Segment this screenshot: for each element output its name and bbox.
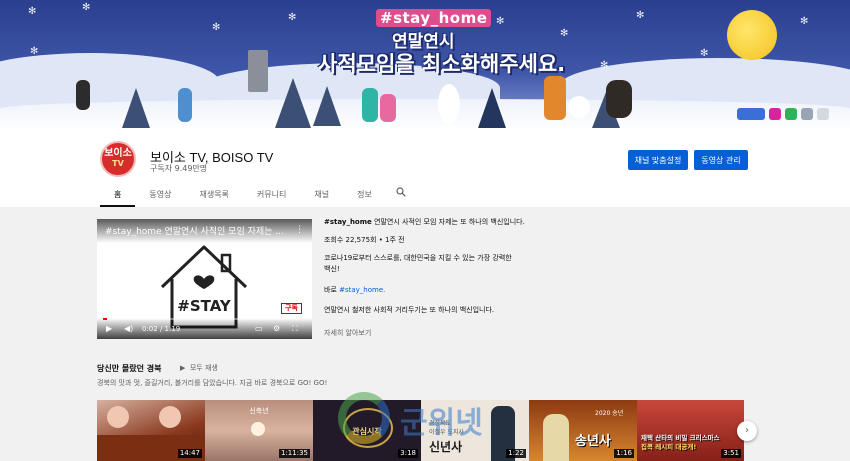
avatar-text-top: 보이소	[104, 148, 132, 159]
play-all-icon: ▶	[180, 364, 186, 372]
fullscreen-icon[interactable]: ⛶	[292, 324, 298, 334]
play-all-button[interactable]: ▶ 모두 재생	[180, 363, 218, 373]
read-more-link[interactable]: 자세히 알아보기	[324, 328, 624, 339]
video-meta: 조회수 22,575회 • 1주 전	[324, 236, 405, 244]
subscribe-watermark[interactable]: 구독	[281, 303, 302, 314]
channel-tabs: 홈 동영상 재생목록 커뮤니티 채널 정보	[100, 185, 416, 207]
thumbnail-caption: 신축년	[249, 407, 269, 415]
settings-icon[interactable]: ⚙	[273, 324, 280, 333]
video-thumbnail-6[interactable]: 재택 산타의 비밀 크리스마스 집콕 레시피 대공개! 3:51	[637, 400, 744, 461]
tab-home[interactable]: 홈	[100, 185, 136, 207]
twitter-icon[interactable]	[801, 108, 813, 120]
banner-hashtag: #stay_home	[376, 9, 492, 27]
description-line-3: 바로 #stay_home.	[324, 285, 624, 296]
video-thumbnail-2[interactable]: 신축년 1:11:35	[205, 400, 313, 461]
site-watermark: 군위넷	[338, 392, 506, 452]
watermark-text: 군위넷	[400, 406, 483, 441]
tab-playlists[interactable]: 재생목록	[185, 185, 242, 207]
video-thumbnail-5[interactable]: 2020 송년 송년사 1:16	[529, 400, 637, 461]
play-all-label: 모두 재생	[189, 364, 218, 372]
duration-badge: 14:47	[177, 449, 202, 458]
duration-badge: 1:22	[506, 449, 526, 458]
description-prefix: 바로	[324, 286, 340, 294]
video-thumbnail-1[interactable]: 14:47	[97, 400, 205, 461]
player-title[interactable]: #stay_home 연말연시 사적인 모임 자제는 ...	[97, 219, 312, 243]
subtitles-icon[interactable]: ▭	[255, 324, 263, 333]
tab-channels[interactable]: 채널	[300, 185, 343, 207]
thumbnail-caption: 송년사	[575, 434, 611, 449]
instagram-icon[interactable]	[769, 108, 781, 120]
duration-badge: 3:51	[721, 449, 741, 458]
shelf-description: 경북의 맛과 멋, 즐길거리, 볼거리를 담았습니다. 지금 바로 경북으로 G…	[97, 379, 328, 387]
search-icon[interactable]	[386, 185, 416, 207]
progress-bar[interactable]	[103, 318, 306, 320]
channel-banner: ✻ ✻ ✻ ✻ ✻ ✻ ✻ ✻ ✻ ✻ ✻ #stay_home 연말연시 사적…	[0, 0, 850, 131]
tab-about[interactable]: 정보	[343, 185, 386, 207]
featured-video-title[interactable]: #stay_home 연말연시 사적인 모임 자제는 또 하나의 백신입니다.	[324, 217, 624, 228]
hashtag-link[interactable]: #stay_home.	[339, 286, 385, 294]
avatar-text-bottom: TV	[112, 159, 124, 168]
time-display: 0:02 / 1:19	[142, 325, 181, 333]
description-line-1: 코로나19로부터 스스로를, 대한민국을 지킬 수 있는 가장 강력한	[324, 254, 512, 262]
volume-icon[interactable]: ◀)	[124, 324, 133, 333]
kakao-icon[interactable]	[785, 108, 797, 120]
duration-badge: 1:16	[614, 449, 634, 458]
house-text: #STAY	[177, 297, 232, 315]
banner-headline-2: 사적모임을 최소화해주세요.	[318, 52, 566, 76]
thumbnail-badge: 2020 송년	[595, 410, 624, 417]
subscriber-count: 구독자 9.49만명	[150, 164, 208, 173]
facebook-icon[interactable]	[817, 108, 829, 120]
video-hashtag[interactable]: #stay_home	[324, 218, 372, 226]
more-vert-icon[interactable]: ⋮	[295, 225, 304, 235]
video-title-text: 연말연시 사적인 모임 자제는 또 하나의 백신입니다.	[371, 218, 525, 226]
description-line-2: 백신!	[324, 265, 340, 273]
customize-channel-button[interactable]: 채널 맞춤설정	[628, 150, 688, 170]
manage-videos-button[interactable]: 동영상 관리	[694, 150, 748, 170]
banner-links	[737, 108, 829, 122]
shelf-title[interactable]: 당신만 몰랐던 경북	[97, 363, 161, 374]
duration-badge: 1:11:35	[279, 449, 310, 458]
play-icon[interactable]: ▶	[106, 324, 112, 333]
shelf-next-arrow-icon[interactable]: ›	[737, 421, 757, 441]
tab-videos[interactable]: 동영상	[135, 185, 185, 207]
channel-avatar[interactable]: 보이소 TV	[100, 141, 136, 177]
tab-community[interactable]: 커뮤니티	[243, 185, 300, 207]
description-line-4: 연말연시 철저한 사회적 거리두기는 또 하나의 백신입니다.	[324, 306, 495, 314]
thumbnail-caption: 재택 산타의 비밀 크리스마스	[641, 434, 720, 442]
website-link-icon[interactable]	[737, 108, 765, 120]
